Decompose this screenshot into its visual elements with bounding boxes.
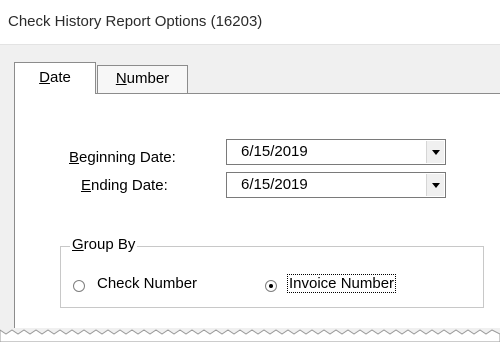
tab-date[interactable]: Date (14, 62, 96, 94)
tab-date-mnemonic: D (39, 69, 50, 86)
beginning-date-mnemonic: B (69, 149, 80, 166)
tab-number-mnemonic: N (115, 70, 127, 87)
beginning-date-combo[interactable]: 6/15/2019 (226, 139, 446, 165)
group-by-legend: Group By (70, 236, 138, 253)
ending-date-combo[interactable]: 6/15/2019 (226, 172, 446, 198)
title-bar[interactable]: Check History Report Options (16203) (0, 0, 500, 45)
chevron-down-icon[interactable] (426, 174, 444, 196)
beginning-date-label: Beginning Date: (69, 149, 176, 166)
ending-date-label: Ending Date: (81, 177, 168, 194)
window-title: Check History Report Options (16203) (8, 13, 263, 30)
check-history-report-options-dialog: Check History Report Options (16203) Dat… (0, 0, 500, 342)
group-by-legend-text: roup By (83, 236, 136, 253)
tab-number-label: umber (126, 70, 170, 87)
radio-invoice-number[interactable] (265, 280, 277, 292)
ending-date-label-text: nding Date: (91, 177, 168, 194)
ending-date-value: 6/15/2019 (241, 176, 308, 193)
beginning-date-label-text: eginning Date: (79, 149, 176, 166)
beginning-date-value: 6/15/2019 (241, 143, 308, 160)
invoice-number-label-text: Invoice Number (287, 274, 397, 293)
radio-invoice-number-label[interactable]: Invoice Number (287, 274, 397, 293)
group-by-mnemonic: G (72, 236, 84, 253)
radio-check-number[interactable] (73, 280, 85, 292)
tab-number[interactable]: Number (97, 65, 188, 93)
ending-date-mnemonic: E (81, 177, 92, 194)
tab-date-label: ate (49, 69, 71, 86)
torn-edge-decoration (0, 329, 500, 342)
radio-check-number-label[interactable]: Check Number (97, 275, 197, 292)
chevron-down-icon[interactable] (426, 141, 444, 163)
